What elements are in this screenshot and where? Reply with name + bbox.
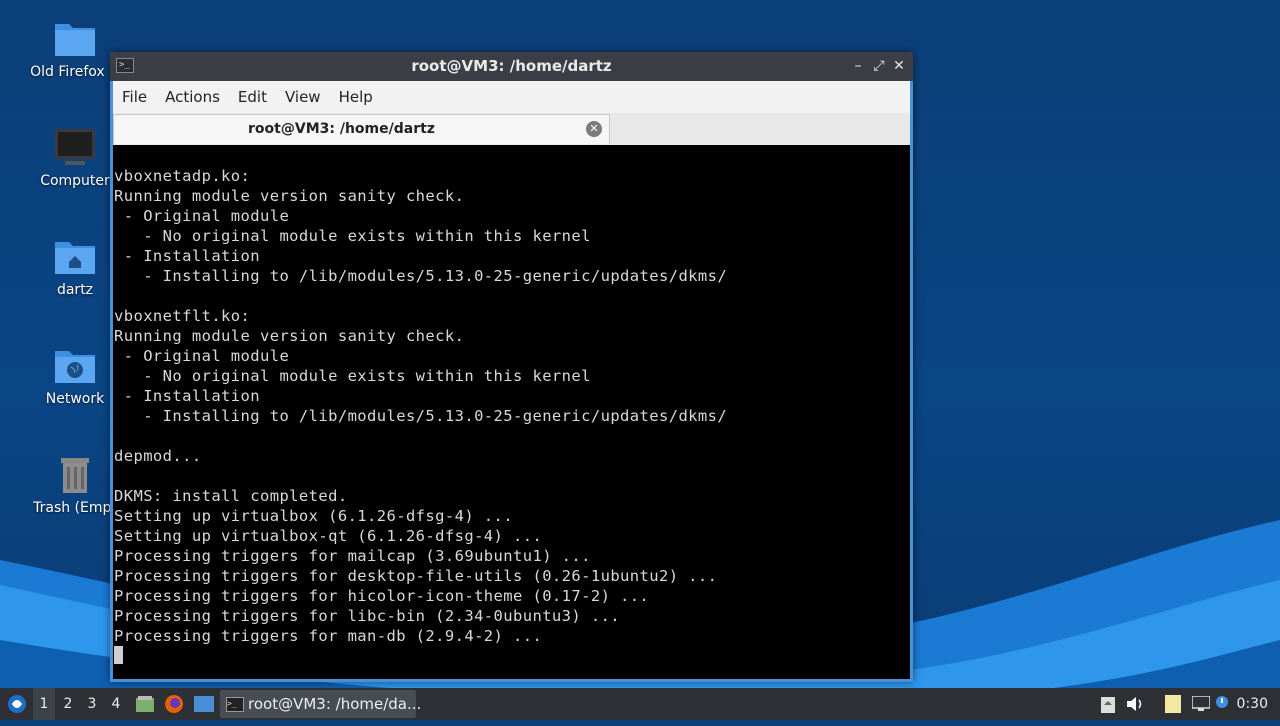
file-manager-icon[interactable] — [134, 688, 156, 720]
firefox-icon[interactable] — [162, 688, 186, 720]
terminal-line: - Original module — [114, 347, 290, 365]
maximize-button[interactable]: ⤢ — [870, 56, 888, 76]
window-titlebar[interactable]: >_ root@VM3: /home/dartz – ⤢ ✕ — [110, 52, 913, 81]
workspace-4[interactable]: 4 — [105, 688, 127, 720]
window-title: root@VM3: /home/dartz — [411, 57, 612, 75]
terminal-text: vboxnetadp.ko: Running module version sa… — [113, 145, 910, 666]
clipboard-icon[interactable] — [1098, 688, 1118, 720]
terminal-task-icon: >_ — [226, 697, 244, 712]
workspace-2[interactable]: 2 — [57, 688, 79, 720]
show-desktop-icon[interactable] — [192, 688, 216, 720]
terminal-line: - Installing to /lib/modules/5.13.0-25-g… — [114, 407, 728, 425]
terminal-output[interactable]: vboxnetadp.ko: Running module version sa… — [113, 145, 910, 679]
terminal-line: - No original module exists within this … — [114, 227, 591, 245]
start-menu-icon[interactable] — [4, 688, 30, 720]
network-folder-icon — [55, 351, 95, 383]
terminal-line: Processing triggers for man-db (2.9.4-2)… — [114, 627, 543, 645]
terminal-line: - Installing to /lib/modules/5.13.0-25-g… — [114, 267, 728, 285]
terminal-line: Running module version sanity check. — [114, 187, 465, 205]
taskbar-terminal-button[interactable]: >_ root@VM3: /home/da... — [220, 690, 421, 718]
minimize-button[interactable]: – — [849, 56, 867, 76]
terminal-window: >_ root@VM3: /home/dartz – ⤢ ✕ File Actio… — [110, 52, 913, 682]
terminal-line: Processing triggers for hicolor-icon-the… — [114, 587, 650, 605]
clock: 0:30 — [1236, 696, 1268, 712]
tab-close-icon[interactable]: ✕ — [586, 121, 602, 137]
notes-icon[interactable] — [1162, 688, 1184, 720]
menu-file[interactable]: File — [113, 81, 156, 113]
terminal-line: Processing triggers for desktop-file-uti… — [114, 567, 718, 585]
terminal-line: Setting up virtualbox (6.1.26-dfsg-4) ..… — [114, 507, 514, 525]
tab-terminal[interactable]: root@VM3: /home/dartz ✕ — [113, 114, 610, 144]
workspace-1[interactable]: 1 — [33, 688, 55, 720]
folder-icon — [55, 24, 95, 56]
taskbar-task-label: root@VM3: /home/da... — [248, 695, 422, 713]
terminal-line: - Installation — [114, 387, 260, 405]
menu-help[interactable]: Help — [330, 81, 382, 113]
update-notification-icon[interactable] — [1215, 688, 1229, 720]
terminal-line: depmod... — [114, 447, 202, 465]
terminal-line: DKMS: install completed. — [114, 487, 348, 505]
volume-icon[interactable] — [1126, 688, 1146, 720]
terminal-line: Running module version sanity check. — [114, 327, 465, 345]
computer-icon — [55, 129, 95, 165]
terminal-line: vboxnetflt.ko: — [114, 307, 251, 325]
menu-view[interactable]: View — [276, 81, 330, 113]
menu-actions[interactable]: Actions — [156, 81, 229, 113]
terminal-line: - Original module — [114, 207, 290, 225]
terminal-cursor — [114, 646, 123, 664]
terminal-line: Processing triggers for libc-bin (2.34-0… — [114, 607, 621, 625]
menu-edit[interactable]: Edit — [229, 81, 276, 113]
terminal-line: - No original module exists within this … — [114, 367, 591, 385]
network-status-icon[interactable] — [1190, 688, 1212, 720]
terminal-line: Setting up virtualbox-qt (6.1.26-dfsg-4)… — [114, 527, 543, 545]
menu-bar: File Actions Edit View Help — [113, 81, 910, 113]
close-button[interactable]: ✕ — [890, 56, 908, 76]
home-folder-icon — [55, 242, 95, 274]
tab-bar: root@VM3: /home/dartz ✕ — [113, 113, 910, 146]
terminal-line: Processing triggers for mailcap (3.69ubu… — [114, 547, 591, 565]
taskbar: 1 2 3 4 >_ root@VM3: /home/da... 0:30 — [0, 688, 1280, 720]
tab-label: root@VM3: /home/dartz — [248, 121, 435, 137]
terminal-line: vboxnetadp.ko: — [114, 167, 251, 185]
trash-icon — [61, 458, 89, 493]
terminal-line: - Installation — [114, 247, 260, 265]
workspace-3[interactable]: 3 — [81, 688, 103, 720]
